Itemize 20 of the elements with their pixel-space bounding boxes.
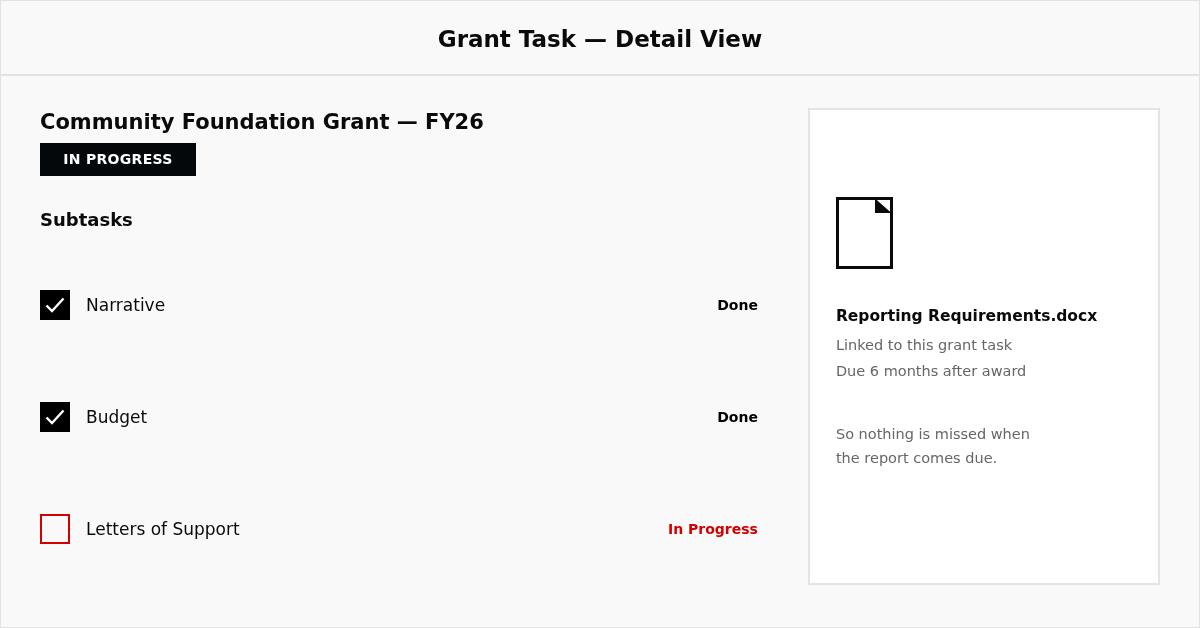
checkbox[interactable] [40, 290, 70, 320]
subtask-label: Budget [86, 406, 148, 429]
file-note: So nothing is missed when the report comes due. [835, 425, 1031, 468]
checkbox[interactable] [40, 514, 70, 544]
subtask-label: Letters of Support [86, 518, 240, 541]
subtask-status: Done [717, 296, 758, 315]
subtask-label: Narrative [86, 294, 166, 317]
document-icon [835, 197, 893, 269]
check-icon [45, 297, 65, 313]
file-detail: Linked to this grant task [835, 336, 1014, 355]
subtask-status: Done [717, 408, 758, 427]
checkbox[interactable] [40, 402, 70, 432]
file-name: Reporting Requirements.docx [835, 306, 1098, 327]
file-detail: Due 6 months after award [835, 362, 1027, 381]
subtask-status: In Progress [668, 520, 758, 539]
page-title: Grant Task — Detail View [437, 24, 763, 54]
check-icon [45, 409, 65, 425]
status-badge: IN PROGRESS [40, 143, 196, 176]
section-heading: Subtasks [40, 208, 133, 232]
task-title: Community Foundation Grant — FY26 [40, 109, 484, 136]
